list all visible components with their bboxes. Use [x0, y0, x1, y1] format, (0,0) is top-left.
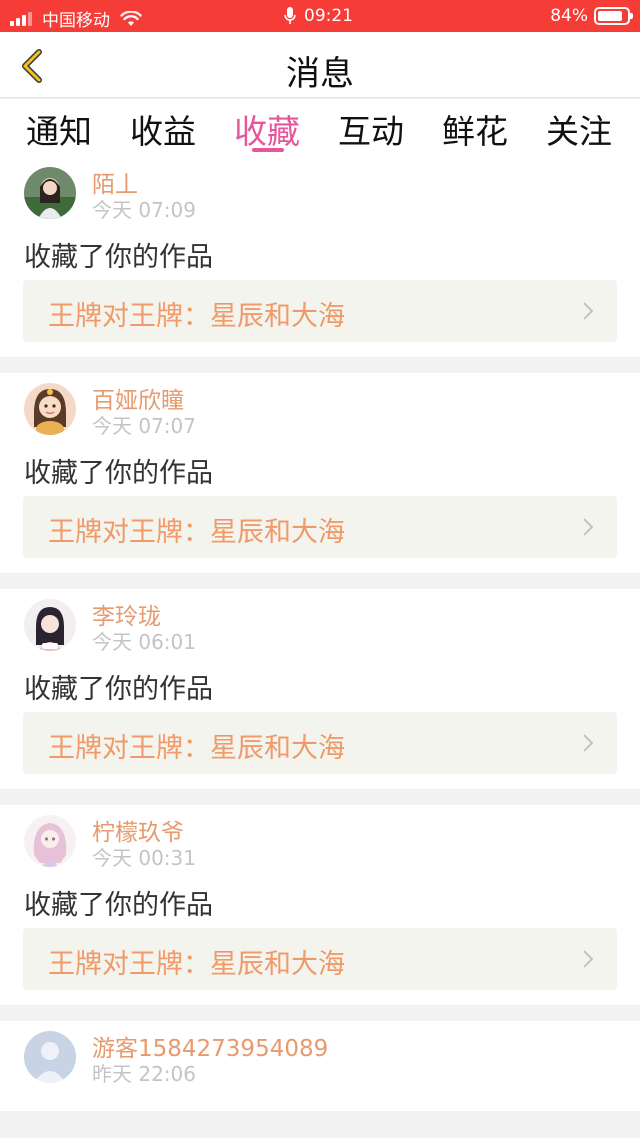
- status-center: 09:21: [284, 6, 353, 26]
- tab-favorites[interactable]: 收藏: [234, 105, 300, 153]
- battery-icon: [594, 7, 633, 25]
- work-title: 王牌对王牌：星辰和大海: [48, 517, 345, 548]
- chevron-right-icon: [583, 950, 594, 968]
- status-left: 中国移动: [10, 6, 142, 31]
- avatar[interactable]: [24, 167, 76, 219]
- list-item: 柠檬玖爷 今天 00:31 收藏了你的作品 王牌对王牌：星辰和大海: [0, 805, 640, 1005]
- tab-notification[interactable]: 通知: [26, 105, 92, 153]
- timestamp: 今天 07:09: [92, 198, 196, 222]
- chevron-right-icon: [583, 302, 594, 320]
- tab-interaction[interactable]: 互动: [338, 105, 404, 153]
- chevron-right-icon: [583, 518, 594, 536]
- carrier-label: 中国移动: [42, 11, 110, 31]
- list-item: 李玲珑 今天 06:01 收藏了你的作品 王牌对王牌：星辰和大海: [0, 589, 640, 789]
- tab-follow[interactable]: 关注: [546, 105, 612, 153]
- status-time: 09:21: [304, 6, 353, 26]
- work-link[interactable]: 王牌对王牌：星辰和大海: [23, 280, 617, 342]
- status-right: 84%: [550, 6, 633, 26]
- tab-bar: 通知 收益 收藏 互动 鲜花 关注: [0, 99, 640, 157]
- action-text: 收藏了你的作品: [24, 674, 213, 705]
- action-text: 收藏了你的作品: [24, 890, 213, 921]
- work-link[interactable]: 王牌对王牌：星辰和大海: [23, 496, 617, 558]
- work-link[interactable]: 王牌对王牌：星辰和大海: [23, 712, 617, 774]
- signal-icon: [10, 11, 34, 26]
- work-link[interactable]: 王牌对王牌：星辰和大海: [23, 928, 617, 990]
- nav-bar: 消息: [0, 32, 640, 98]
- timestamp: 今天 07:07: [92, 414, 196, 438]
- page-title: 消息: [286, 54, 354, 94]
- action-text: 收藏了你的作品: [24, 458, 213, 489]
- action-text: 收藏了你的作品: [24, 242, 213, 273]
- status-bar: 中国移动 09:21 84%: [0, 0, 640, 32]
- active-tab-indicator: [252, 148, 284, 152]
- list-item: 百娅欣瞳 今天 07:07 收藏了你的作品 王牌对王牌：星辰和大海: [0, 373, 640, 573]
- work-title: 王牌对王牌：星辰和大海: [48, 733, 345, 764]
- timestamp: 今天 00:31: [92, 846, 196, 870]
- default-avatar-icon[interactable]: [24, 1031, 76, 1083]
- message-list: 陌丄 今天 07:09 收藏了你的作品 王牌对王牌：星辰和大海 百娅欣瞳 今天 …: [0, 157, 640, 1111]
- avatar[interactable]: [24, 383, 76, 435]
- avatar[interactable]: [24, 599, 76, 651]
- work-title: 王牌对王牌：星辰和大海: [48, 301, 345, 332]
- avatar[interactable]: [24, 815, 76, 867]
- tab-flowers[interactable]: 鲜花: [442, 105, 508, 153]
- list-item: 游客1584273954089 昨天 22:06: [0, 1021, 640, 1111]
- timestamp: 今天 06:01: [92, 630, 196, 654]
- microphone-icon: [284, 7, 296, 24]
- chevron-right-icon: [583, 734, 594, 752]
- work-title: 王牌对王牌：星辰和大海: [48, 949, 345, 980]
- tab-earnings[interactable]: 收益: [130, 105, 196, 153]
- list-item: 陌丄 今天 07:09 收藏了你的作品 王牌对王牌：星辰和大海: [0, 157, 640, 357]
- wifi-icon: [120, 10, 142, 26]
- timestamp: 昨天 22:06: [92, 1062, 196, 1086]
- battery-percent: 84%: [550, 6, 588, 26]
